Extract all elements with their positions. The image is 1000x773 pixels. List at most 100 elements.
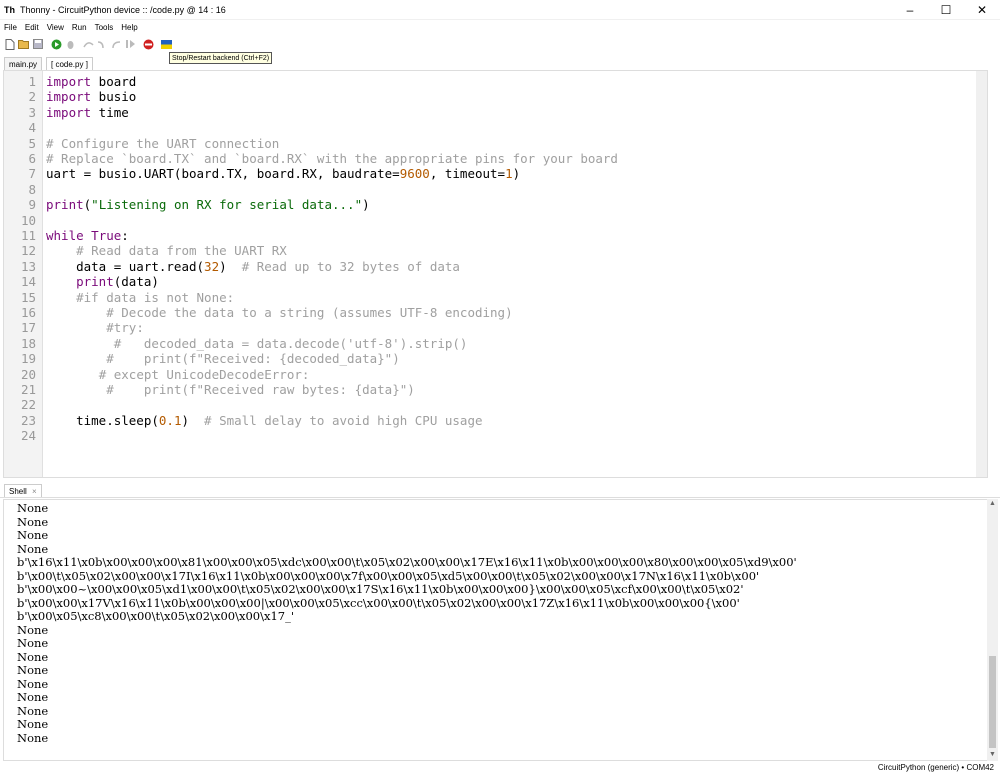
run-icon[interactable] <box>50 38 62 50</box>
shell-output-line: b'\x00\t\x05\x02\x00\x00\x17I\x16\x11\x0… <box>17 568 760 583</box>
line-number: 13 <box>20 258 36 274</box>
shell-output-line: None <box>17 528 49 542</box>
code-line[interactable]: # except UnicodeDecodeError: <box>46 367 310 382</box>
toolbar <box>0 36 174 52</box>
code-line[interactable]: time.sleep(0.1) # Small delay to avoid h… <box>46 413 482 428</box>
code-line[interactable]: import busio <box>46 89 136 104</box>
menu-help[interactable]: Help <box>121 23 137 32</box>
shell-tabs: Shell × <box>0 484 1000 498</box>
line-number: 20 <box>20 366 36 382</box>
code-line[interactable]: data = uart.read(32) # Read up to 32 byt… <box>46 259 460 274</box>
code-line[interactable]: #if data is not None: <box>46 290 234 305</box>
line-number: 23 <box>20 412 36 428</box>
menu-bar: File Edit View Run Tools Help <box>0 20 1000 35</box>
step-into-icon[interactable] <box>96 38 108 50</box>
line-number: 8 <box>28 181 36 197</box>
shell-scrollbar[interactable]: ▲ ▼ <box>987 499 998 761</box>
step-out-icon[interactable] <box>110 38 122 50</box>
status-bar: CircuitPython (generic) • COM42 <box>0 761 1000 773</box>
code-line[interactable]: # Configure the UART connection <box>46 136 279 151</box>
shell-output-line: None <box>17 703 49 718</box>
code-line[interactable]: # Read data from the UART RX <box>46 243 287 258</box>
menu-run[interactable]: Run <box>72 23 87 32</box>
code-line[interactable]: # print(f"Received raw bytes: {data}") <box>46 382 415 397</box>
backend-status[interactable]: CircuitPython (generic) • COM42 <box>878 763 994 772</box>
line-number: 10 <box>20 212 36 228</box>
shell-output-line: None <box>17 514 49 529</box>
code-line[interactable]: while True: <box>46 228 129 243</box>
menu-file[interactable]: File <box>4 23 17 32</box>
menu-view[interactable]: View <box>47 23 64 32</box>
shell-output[interactable]: None None None None b'\x16\x11\x0b\x00\x00\x… <box>3 499 988 761</box>
line-number: 15 <box>20 289 36 305</box>
shell-output-line: b'\x16\x11\x0b\x00\x00\x00\x81\x00\x00\x… <box>17 555 797 569</box>
menu-edit[interactable]: Edit <box>25 23 39 32</box>
shell-tab-label: Shell <box>9 487 27 496</box>
shell-output-line: b'\x00\x05\xc8\x00\x00\t\x05\x02\x00\x00… <box>17 609 294 623</box>
resume-icon[interactable] <box>124 38 136 50</box>
save-icon[interactable] <box>32 38 44 50</box>
window-title: Thonny - CircuitPython device :: /code.p… <box>20 4 226 15</box>
line-number: 3 <box>28 104 36 120</box>
shell-output-line: None <box>17 622 49 637</box>
line-number: 14 <box>20 274 36 290</box>
code-line[interactable]: print("Listening on RX for serial data..… <box>46 197 370 212</box>
shell-output-line: b'\x00\x00\x17V\x16\x11\x0b\x00\x00\x00|… <box>17 595 740 610</box>
line-number: 22 <box>20 397 36 413</box>
code-editor[interactable]: 1 2 3 4 5 6 7 8 9 10 11 12 13 14 15 16 1… <box>3 70 988 478</box>
open-file-icon[interactable] <box>18 38 30 50</box>
close-window-button[interactable]: ✕ <box>964 0 1000 20</box>
ukraine-flag-icon[interactable] <box>160 38 172 50</box>
line-number: 4 <box>28 120 36 136</box>
code-line[interactable]: # Decode the data to a string (assumes U… <box>46 305 512 320</box>
close-icon[interactable]: × <box>32 487 37 496</box>
debug-icon[interactable] <box>64 38 76 50</box>
new-file-icon[interactable] <box>4 38 16 50</box>
line-number: 17 <box>20 320 36 336</box>
code-line[interactable]: # decoded_data = data.decode('utf-8').st… <box>46 336 468 351</box>
line-number: 16 <box>20 305 36 320</box>
line-number: 5 <box>28 135 36 151</box>
tab-shell[interactable]: Shell × <box>4 484 42 497</box>
line-number: 21 <box>20 382 36 397</box>
line-number: 18 <box>20 335 36 351</box>
code-line[interactable]: #try: <box>46 320 144 335</box>
tab-code-py[interactable]: [ code.py ] <box>46 57 93 70</box>
shell-output-line: None <box>17 636 49 650</box>
line-number: 24 <box>20 428 36 444</box>
line-number: 1 <box>28 74 36 89</box>
code-line[interactable]: import time <box>46 105 129 120</box>
code-line[interactable]: # Replace `board.TX` and `board.RX` with… <box>46 151 618 166</box>
shell-output-line: b'\x00\x00~\x00\x00\x05\xd1\x00\x00\t\x0… <box>17 582 744 596</box>
menu-tools[interactable]: Tools <box>95 23 114 32</box>
shell-output-line: None <box>17 730 49 745</box>
shell-output-line: None <box>17 676 49 691</box>
scroll-down-icon[interactable]: ▼ <box>988 751 997 759</box>
shell-output-line: None <box>17 501 49 515</box>
code-line[interactable]: uart = busio.UART(board.TX, board.RX, ba… <box>46 166 520 181</box>
tab-main-py[interactable]: main.py <box>4 57 43 70</box>
shell-output-line: None <box>17 541 49 556</box>
scroll-up-icon[interactable]: ▲ <box>988 500 997 508</box>
shell-scroll-thumb[interactable] <box>989 656 996 748</box>
shell-output-line: None <box>17 649 49 664</box>
line-number: 11 <box>20 228 36 243</box>
shell-output-line: None <box>17 690 49 704</box>
line-number: 19 <box>20 351 36 367</box>
code-line[interactable]: import board <box>46 74 136 89</box>
line-number: 7 <box>28 166 36 182</box>
code-line[interactable]: # print(f"Received: {decoded_data}") <box>46 351 400 366</box>
shell-output-line: None <box>17 663 49 677</box>
editor-tabs: main.py [ code.py ] <box>0 56 1000 70</box>
maximize-button[interactable]: ☐ <box>928 0 964 20</box>
line-number-gutter: 1 2 3 4 5 6 7 8 9 10 11 12 13 14 15 16 1… <box>4 71 43 477</box>
minimize-button[interactable]: – <box>892 0 928 20</box>
editor-scrollbar[interactable] <box>976 71 987 477</box>
thonny-app-icon: Th <box>4 4 15 15</box>
title-bar: Th Thonny - CircuitPython device :: /cod… <box>0 0 1000 20</box>
window-controls: – ☐ ✕ <box>892 0 1000 20</box>
step-over-icon[interactable] <box>82 38 94 50</box>
code-line[interactable]: print(data) <box>46 274 159 289</box>
line-number: 12 <box>20 243 36 259</box>
stop-icon[interactable] <box>142 38 154 50</box>
